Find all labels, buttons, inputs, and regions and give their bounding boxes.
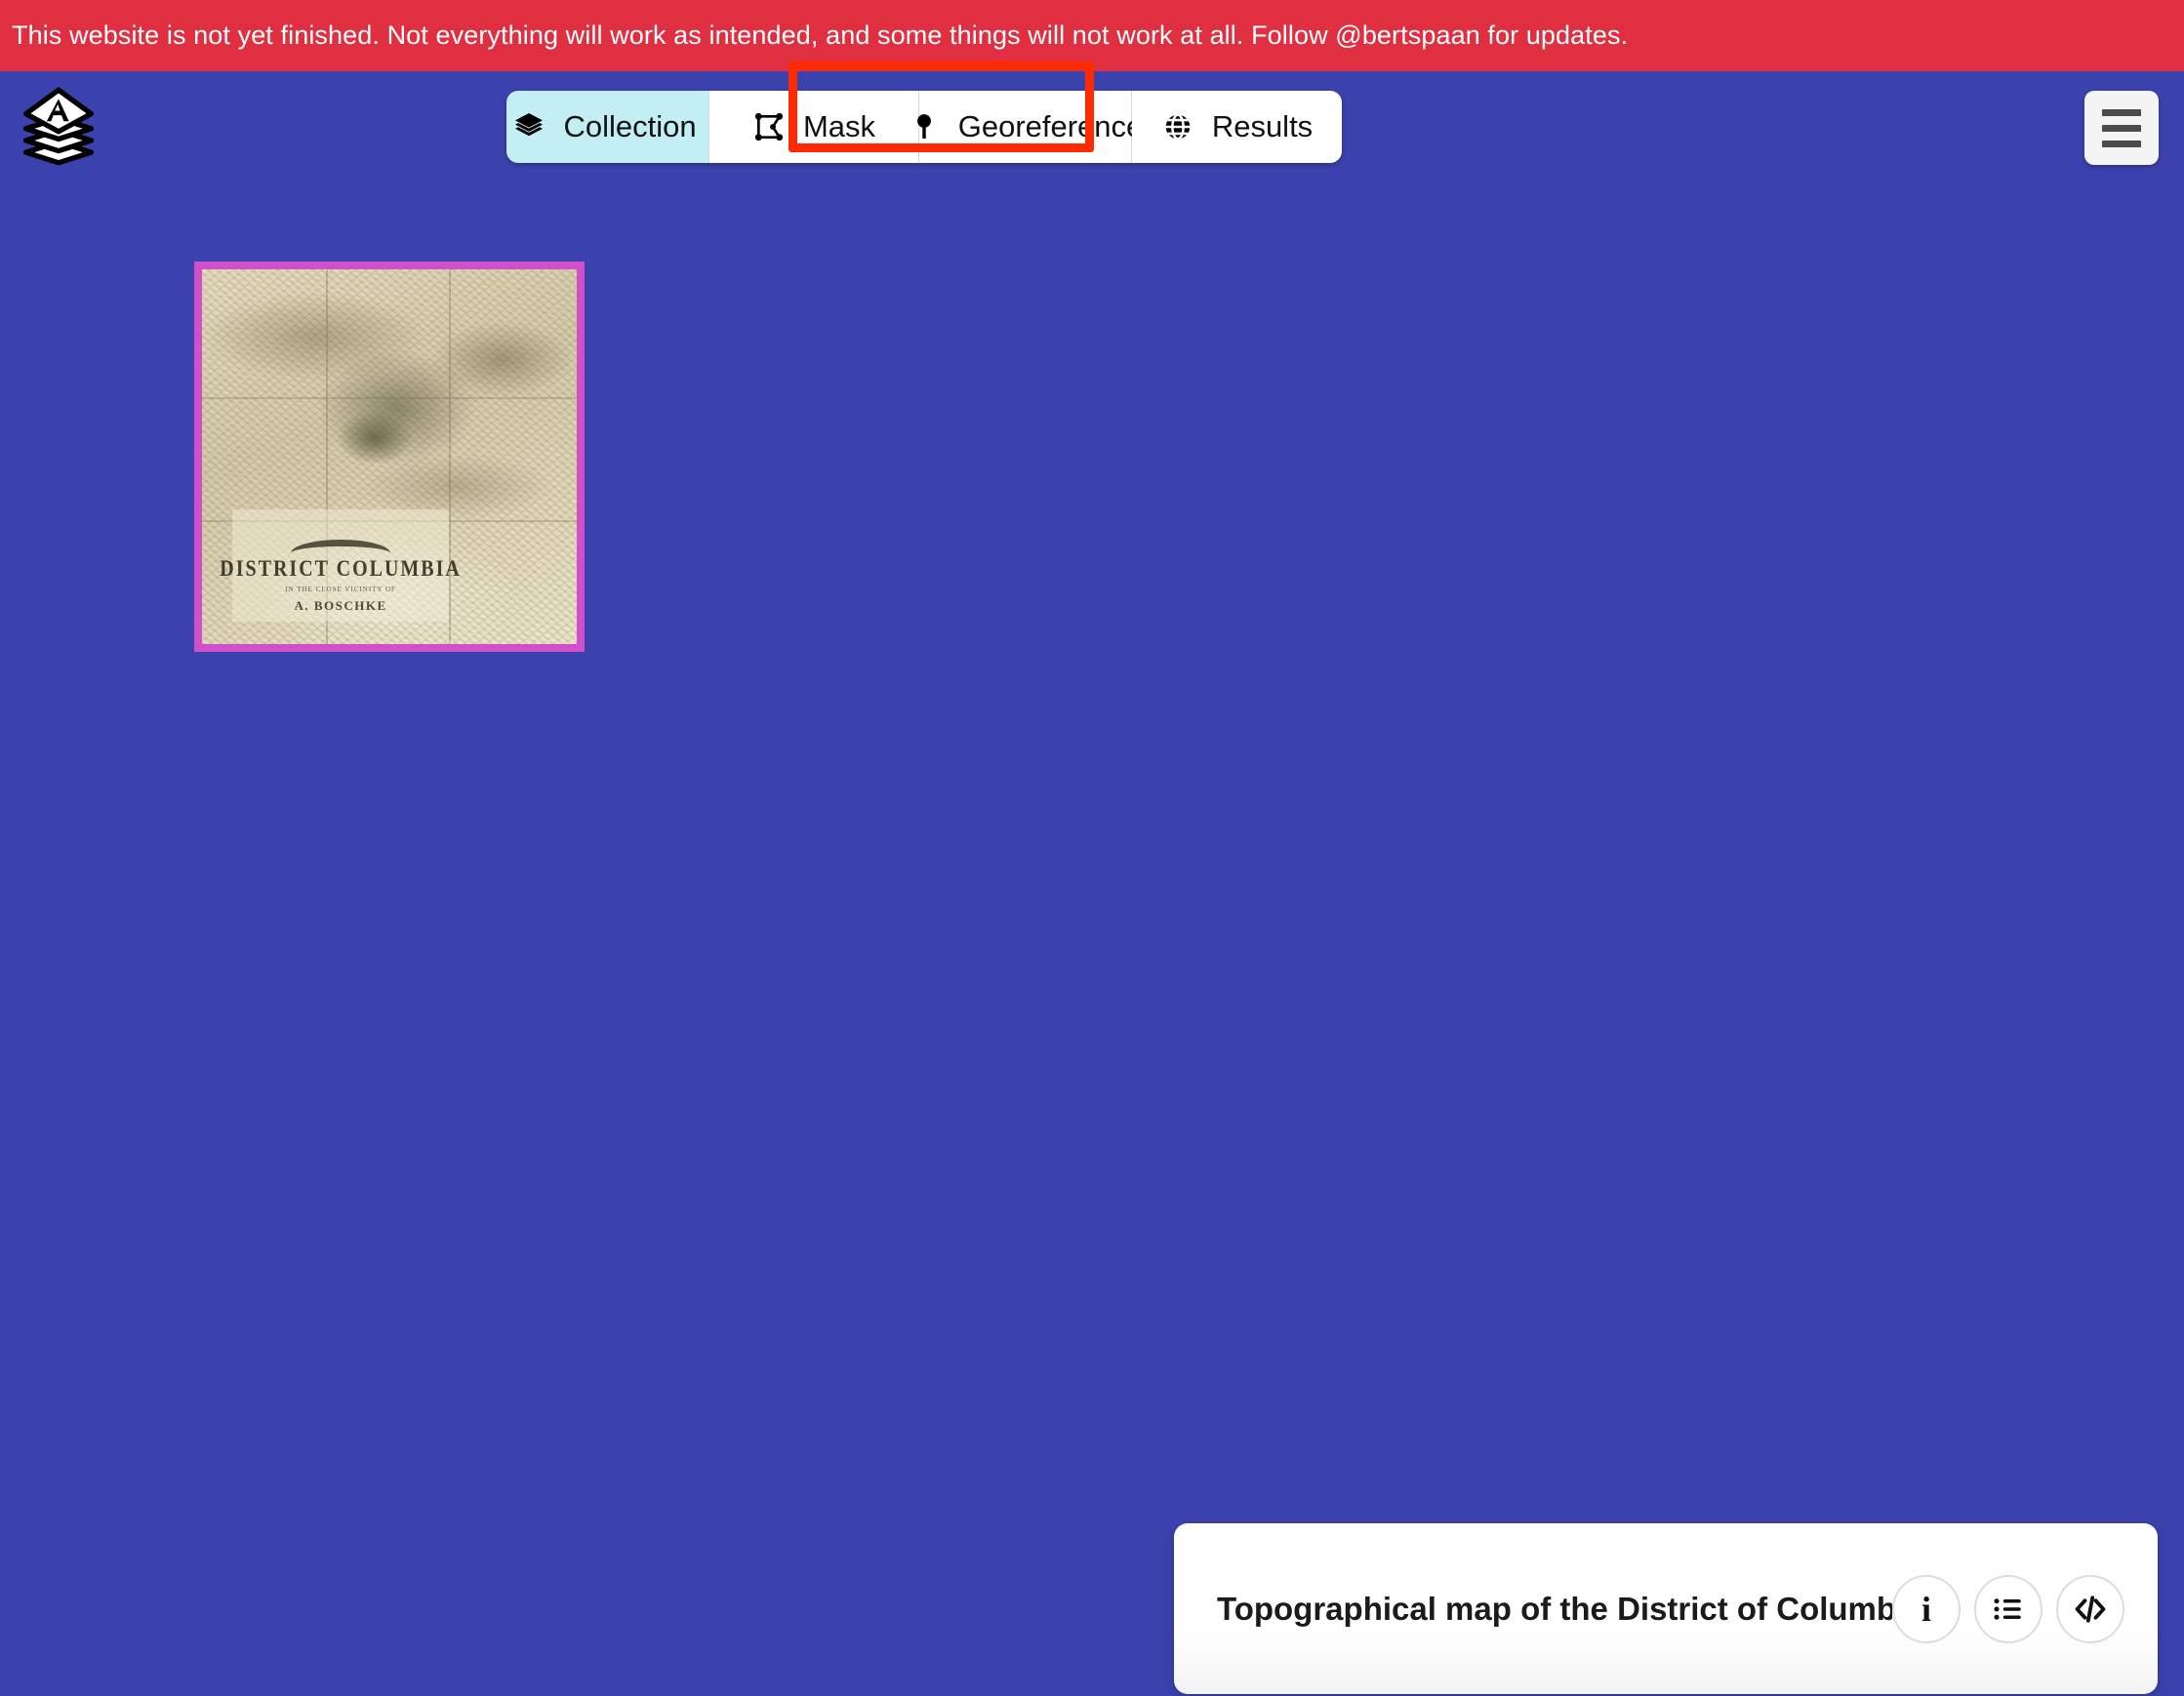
info-button[interactable]: i: [1892, 1574, 1961, 1643]
code-icon: [2072, 1591, 2109, 1628]
hamburger-menu-button[interactable]: [2084, 91, 2159, 165]
tab-mask-label: Mask: [802, 109, 876, 143]
hamburger-icon-line: [2102, 140, 2141, 147]
app-root: This website is not yet finished. Not ev…: [0, 0, 2184, 1696]
notice-banner: This website is not yet finished. Not ev…: [0, 0, 2184, 71]
app-header: Collection Mask Georeference Results: [0, 71, 2184, 179]
hamburger-icon-line: [2102, 124, 2141, 132]
cartouche-title: DISTRICT COLUMBIA: [220, 555, 462, 582]
list-icon: [1991, 1592, 2026, 1627]
main-navigation[interactable]: Collection Mask Georeference Results: [506, 91, 1342, 163]
hamburger-icon-line: [2102, 108, 2141, 116]
map-info-card: Topographical map of the District of Col…: [1174, 1523, 2158, 1694]
tab-collection-label: Collection: [563, 109, 697, 143]
tab-collection[interactable]: Collection: [506, 91, 709, 163]
cartouche-subtitle: IN THE CLOSE VICINITY OF: [285, 585, 396, 593]
tab-results-label: Results: [1211, 109, 1314, 143]
allmaps-logo[interactable]: [21, 84, 96, 166]
info-icon: i: [1921, 1589, 1931, 1629]
cartouche-author: A. BOSCHKE: [294, 597, 387, 613]
tab-georeference[interactable]: Georeference: [916, 91, 1143, 163]
code-button[interactable]: [2056, 1574, 2124, 1643]
main-content: DISTRICT COLUMBIA IN THE CLOSE VICINITY …: [0, 179, 2184, 1696]
map-title-cartouche: DISTRICT COLUMBIA IN THE CLOSE VICINITY …: [220, 508, 460, 622]
layers-icon: [512, 110, 546, 143]
notice-banner-text: This website is not yet finished. Not ev…: [12, 20, 1629, 51]
map-info-title: Topographical map of the District of Col…: [1217, 1590, 1892, 1627]
metadata-list-button[interactable]: [1974, 1574, 2042, 1643]
globe-icon: [1161, 110, 1194, 143]
tab-georeference-label: Georeference: [957, 109, 1144, 143]
mask-icon: [752, 110, 786, 143]
pin-icon: [908, 110, 941, 143]
map-thumbnail[interactable]: DISTRICT COLUMBIA IN THE CLOSE VICINITY …: [194, 262, 585, 652]
map-info-actions: i: [1892, 1574, 2124, 1643]
tab-results[interactable]: Results: [1132, 91, 1342, 163]
tab-mask[interactable]: Mask: [709, 91, 919, 163]
cartouche-arc-ornament: [290, 539, 391, 553]
